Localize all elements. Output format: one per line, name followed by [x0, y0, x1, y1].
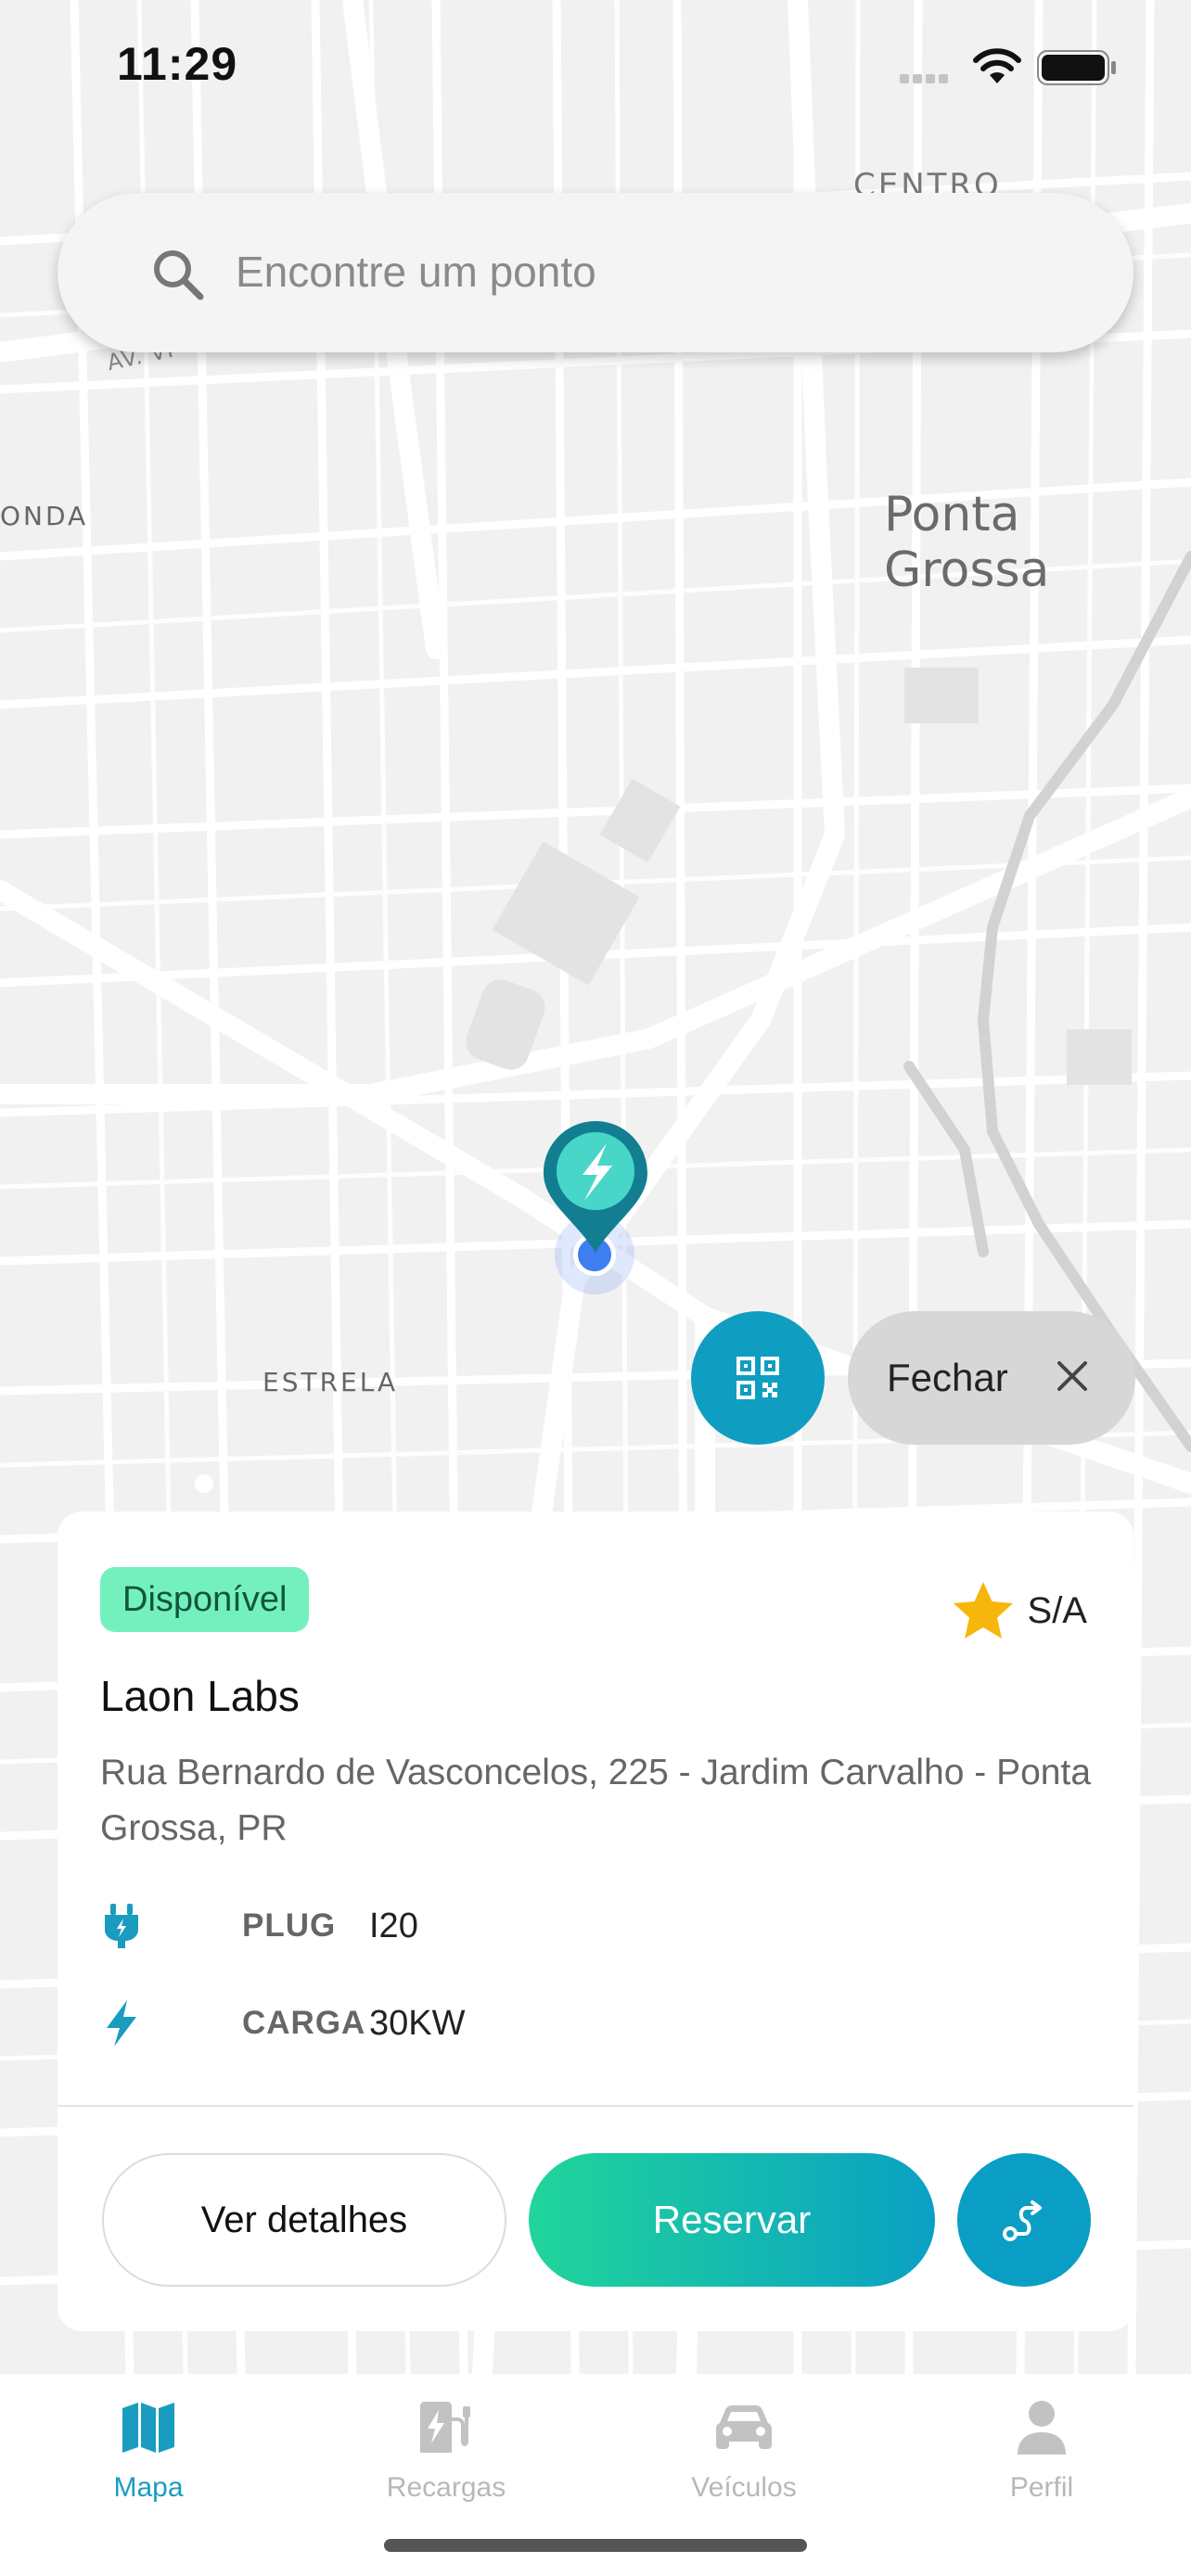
- home-indicator: [384, 2539, 807, 2552]
- signal-icon: [900, 74, 948, 83]
- qr-scan-button[interactable]: [691, 1311, 825, 1445]
- tab-label: Perfil: [1009, 2472, 1074, 2503]
- star-icon: [953, 1582, 1013, 1639]
- person-icon: [1018, 2401, 1066, 2455]
- route-icon: [1003, 2200, 1042, 2241]
- rating: S/A: [952, 1580, 1087, 1641]
- battery-icon: [1037, 50, 1116, 85]
- details-button[interactable]: Ver detalhes: [102, 2153, 506, 2287]
- search-bar[interactable]: [58, 193, 1133, 352]
- route-button[interactable]: [957, 2153, 1091, 2287]
- plug-value: I20: [369, 1906, 418, 1945]
- tab-veiculos[interactable]: Veículos: [651, 2392, 837, 2513]
- tab-label: Mapa: [113, 2472, 184, 2503]
- station-address: Rua Bernardo de Vasconcelos, 225 - Jardi…: [100, 1753, 1092, 1848]
- spec-charge: CARGA 30KW: [100, 1996, 465, 2051]
- status-bar: 11:29: [0, 0, 1191, 130]
- status-badge: Disponível: [100, 1567, 310, 1632]
- search-icon: [154, 250, 204, 300]
- bolt-icon: [107, 2000, 136, 2047]
- map-label-estrela: ESTRELA: [263, 1367, 399, 1397]
- close-button[interactable]: Fechar: [848, 1311, 1135, 1445]
- close-icon: [1057, 1361, 1087, 1391]
- tab-label: Veículos: [691, 2472, 797, 2503]
- bolt-pin-icon: [544, 1121, 647, 1253]
- search-input[interactable]: [236, 239, 1070, 304]
- map-label-onda: ONDA: [0, 501, 89, 531]
- close-button-label: Fechar: [887, 1356, 1008, 1399]
- station-card: Disponível S/A Laon Labs Rua Bernardo de…: [58, 1511, 1133, 2331]
- reserve-button[interactable]: Reservar: [529, 2153, 935, 2287]
- map-label-city: Ponta Grossa: [884, 487, 1050, 598]
- car-icon: [716, 2405, 772, 2449]
- charge-value: 30KW: [369, 2003, 466, 2043]
- status-time: 11:29: [117, 38, 238, 90]
- map-icon: [122, 2403, 174, 2453]
- plug-label: PLUG: [242, 1907, 337, 1944]
- rating-value: S/A: [1027, 1589, 1087, 1631]
- tab-label: Recargas: [386, 2472, 506, 2503]
- wifi-icon: [973, 48, 1021, 83]
- tab-perfil[interactable]: Perfil: [949, 2392, 1134, 2513]
- charge-label: CARGA: [242, 2005, 366, 2041]
- tab-mapa[interactable]: Mapa: [56, 2392, 241, 2513]
- station-name: Laon Labs: [100, 1672, 300, 1720]
- spec-plug: PLUG I20: [100, 1898, 418, 1954]
- tab-recargas[interactable]: Recargas: [353, 2392, 539, 2513]
- qr-code-icon: [736, 1357, 779, 1399]
- charging-station-icon: [420, 2402, 470, 2453]
- card-divider: [58, 2105, 1133, 2107]
- plug-icon: [105, 1904, 138, 1948]
